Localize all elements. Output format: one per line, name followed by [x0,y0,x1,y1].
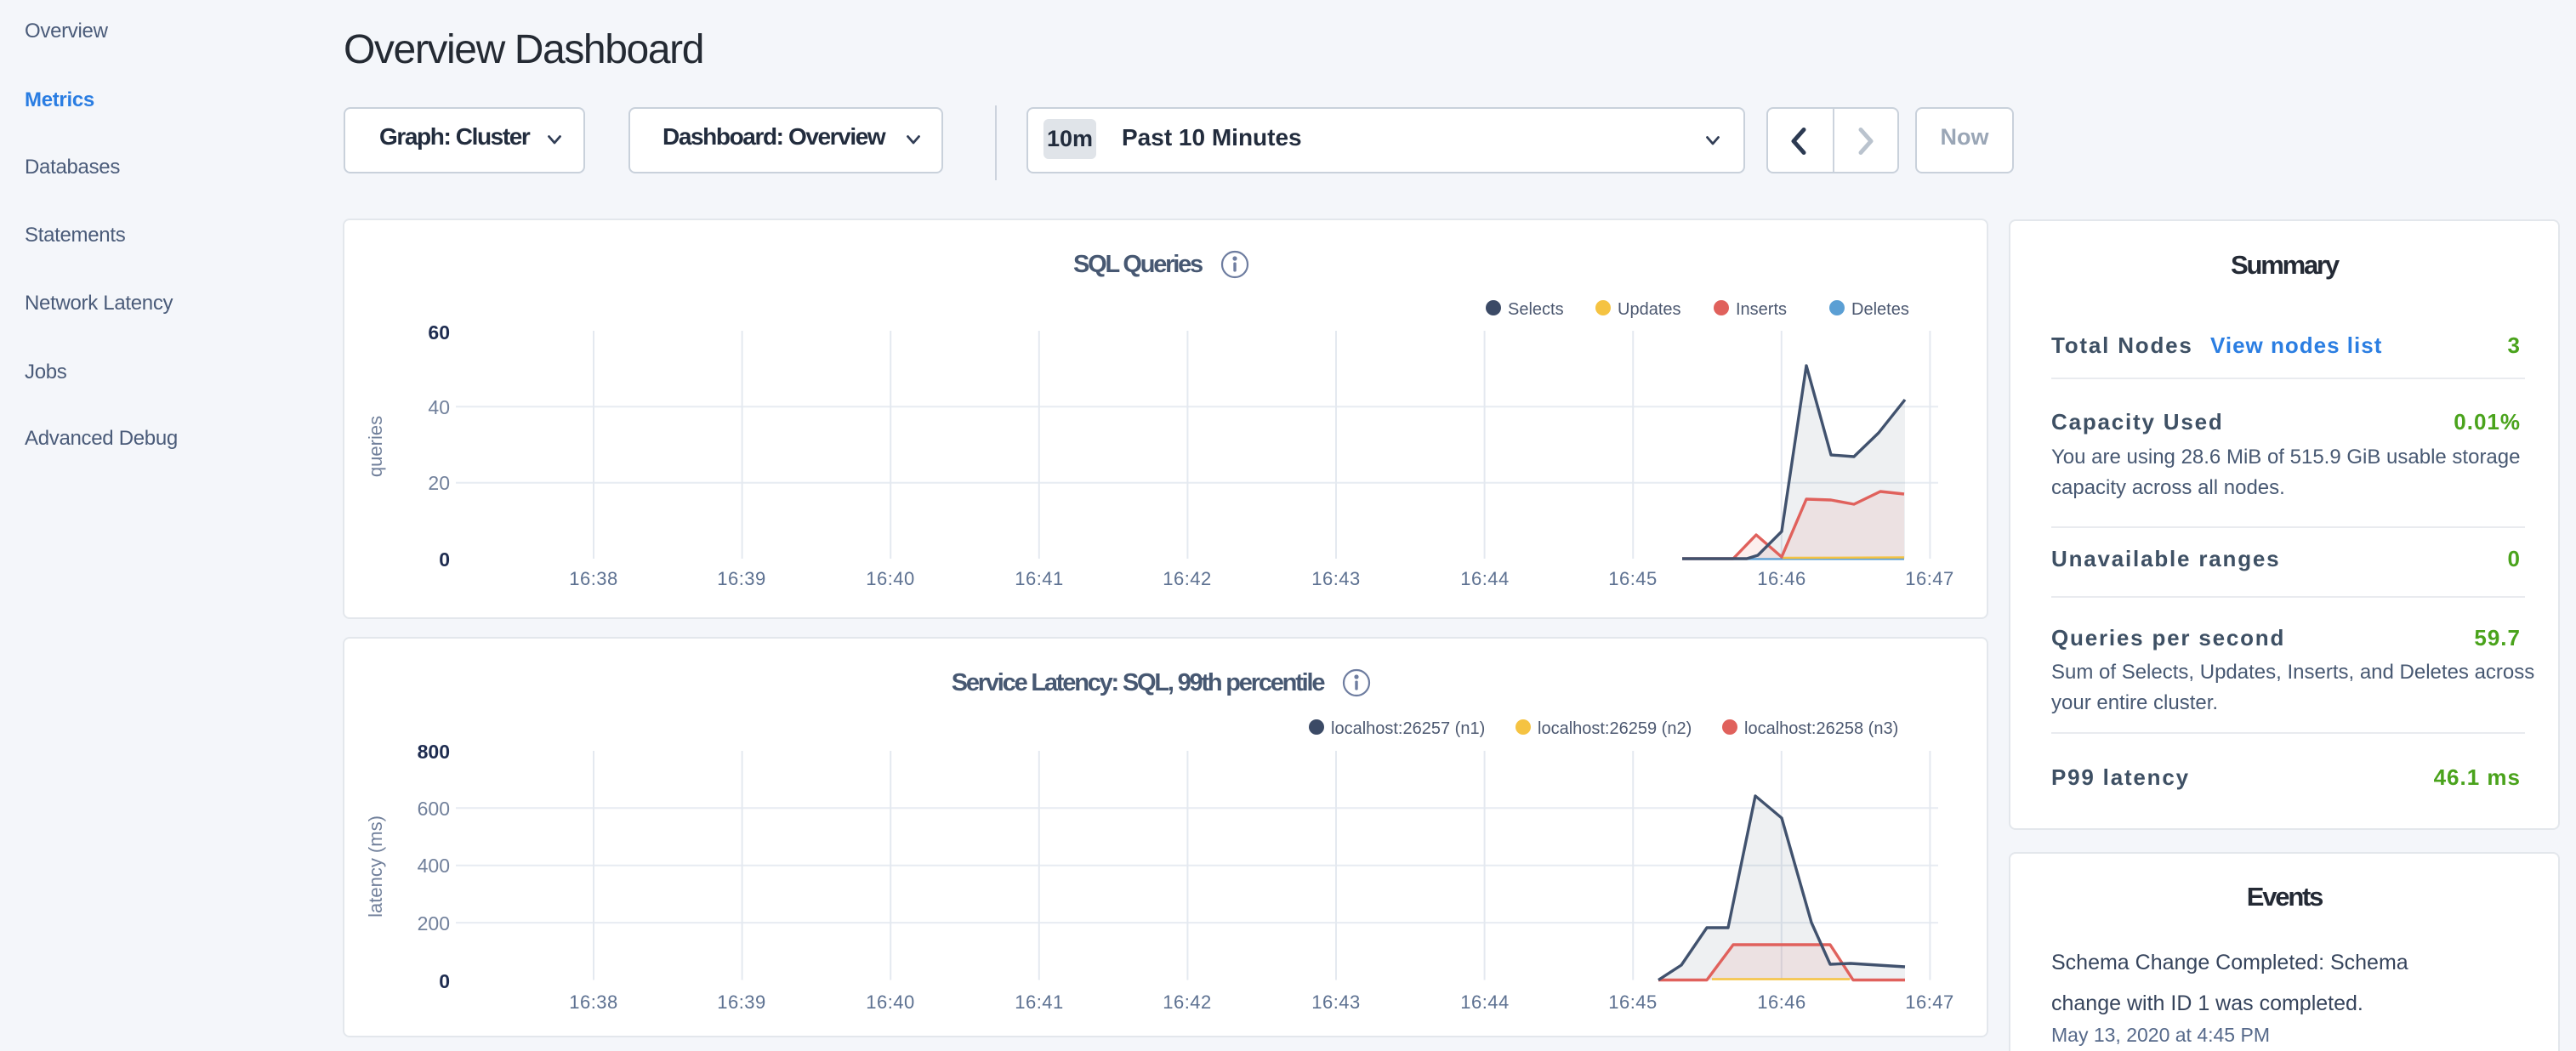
svg-text:16:38: 16:38 [569,568,618,589]
svg-text:Inserts: Inserts [1736,300,1787,319]
svg-text:0: 0 [439,548,450,571]
svg-text:16:44: 16:44 [1460,991,1510,1013]
svg-text:40: 40 [428,396,450,418]
svg-text:Deletes: Deletes [1851,300,1909,319]
svg-text:400: 400 [418,855,450,877]
svg-text:16:39: 16:39 [717,568,766,589]
svg-text:localhost:26258 (n3): localhost:26258 (n3) [1744,719,1898,738]
svg-text:16:42: 16:42 [1163,568,1212,589]
svg-text:16:40: 16:40 [866,568,915,589]
svg-text:16:43: 16:43 [1311,568,1361,589]
svg-text:16:38: 16:38 [569,991,618,1013]
svg-text:Updates: Updates [1618,300,1681,319]
svg-text:16:46: 16:46 [1757,568,1806,589]
svg-text:0: 0 [439,970,450,992]
svg-text:16:46: 16:46 [1757,991,1806,1013]
svg-text:60: 60 [428,321,450,344]
svg-text:16:44: 16:44 [1460,568,1510,589]
svg-text:16:47: 16:47 [1905,568,1954,589]
svg-text:localhost:26257 (n1): localhost:26257 (n1) [1331,719,1485,738]
svg-text:16:47: 16:47 [1905,991,1954,1013]
svg-text:16:43: 16:43 [1311,991,1361,1013]
svg-text:16:40: 16:40 [866,991,915,1013]
svg-text:800: 800 [418,741,450,763]
svg-text:16:41: 16:41 [1015,991,1064,1013]
svg-text:16:39: 16:39 [717,991,766,1013]
svg-text:200: 200 [418,912,450,935]
svg-text:latency (ms): latency (ms) [365,815,386,917]
svg-text:16:42: 16:42 [1163,991,1212,1013]
svg-text:20: 20 [428,472,450,494]
svg-text:16:45: 16:45 [1608,991,1658,1013]
svg-text:Selects: Selects [1508,300,1564,319]
svg-text:queries: queries [365,416,386,477]
svg-text:16:45: 16:45 [1608,568,1658,589]
svg-text:600: 600 [418,798,450,820]
svg-text:16:41: 16:41 [1015,568,1064,589]
svg-text:localhost:26259 (n2): localhost:26259 (n2) [1538,719,1692,738]
